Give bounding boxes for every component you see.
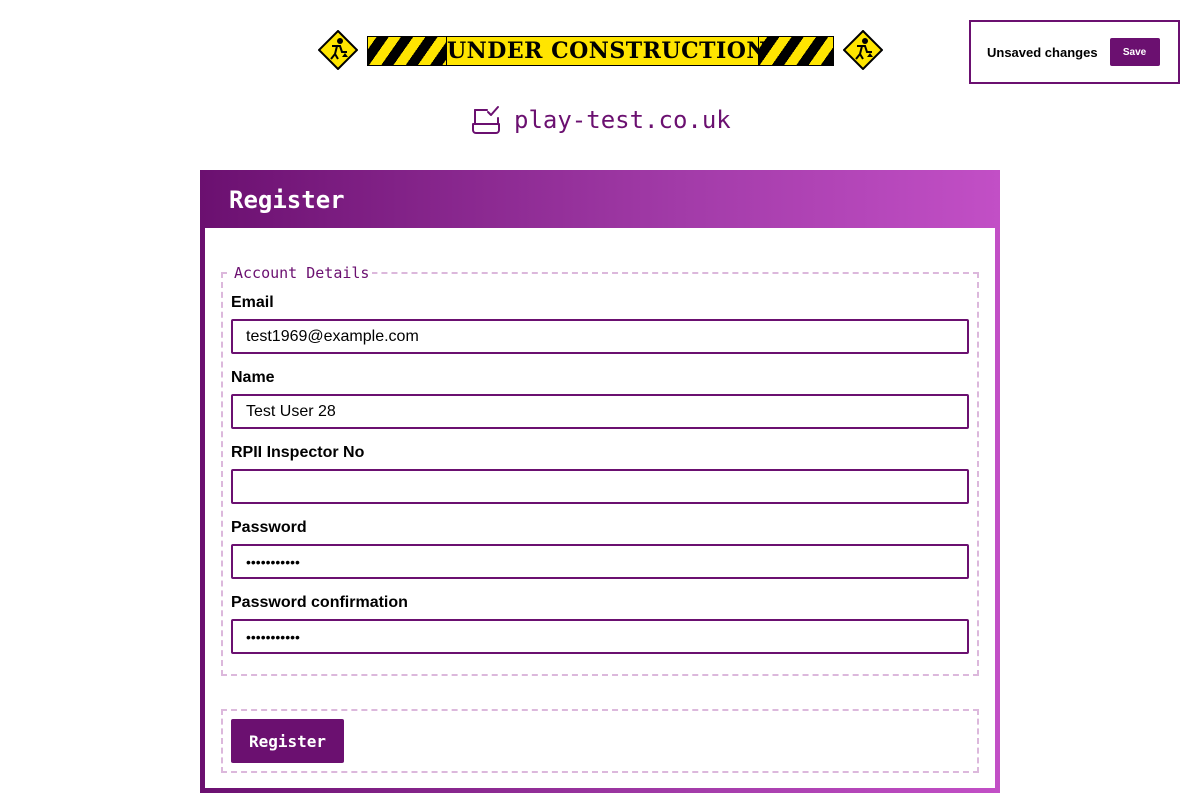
rpii-inspector-label: RPII Inspector No xyxy=(231,444,365,461)
construction-worker-sign-icon xyxy=(843,30,883,70)
unsaved-changes-message: Unsaved changes xyxy=(987,44,1098,60)
checkbox-tray-icon xyxy=(472,106,500,134)
password-confirmation-field-group: Password confirmation xyxy=(231,594,969,654)
password-confirmation-label: Password confirmation xyxy=(231,594,408,611)
name-field-group: Name xyxy=(231,369,969,429)
name-input[interactable] xyxy=(231,394,969,429)
email-label: Email xyxy=(231,294,274,311)
under-construction-text: UNDER CONSTRUCTION xyxy=(446,37,768,65)
form-actions: Register xyxy=(221,709,979,773)
account-details-legend: Account Details xyxy=(234,264,370,282)
site-name: play-test.co.uk xyxy=(514,106,731,134)
under-construction-stripe: UNDER CONSTRUCTION xyxy=(367,36,834,66)
register-button[interactable]: Register xyxy=(231,719,344,763)
save-button[interactable]: Save xyxy=(1109,38,1160,66)
rpii-inspector-field-group: RPII Inspector No xyxy=(231,444,969,504)
register-form: Account Details Email Name RPII Inspecto… xyxy=(205,228,995,788)
name-label: Name xyxy=(231,369,275,386)
page-title: Register xyxy=(229,186,345,214)
email-input[interactable] xyxy=(231,319,969,354)
password-field-group: Password xyxy=(231,519,969,579)
password-confirmation-input[interactable] xyxy=(231,619,969,654)
construction-worker-sign-icon xyxy=(318,30,358,70)
unsaved-changes-toast: Unsaved changes Save xyxy=(969,20,1180,84)
password-input[interactable] xyxy=(231,544,969,579)
rpii-inspector-input[interactable] xyxy=(231,469,969,504)
register-card: Register Account Details Email Name RPII… xyxy=(200,170,1000,793)
site-logo[interactable]: play-test.co.uk xyxy=(470,104,731,136)
under-construction-banner: UNDER CONSTRUCTION xyxy=(318,30,884,72)
email-field-group: Email xyxy=(231,294,969,354)
password-label: Password xyxy=(231,519,307,536)
